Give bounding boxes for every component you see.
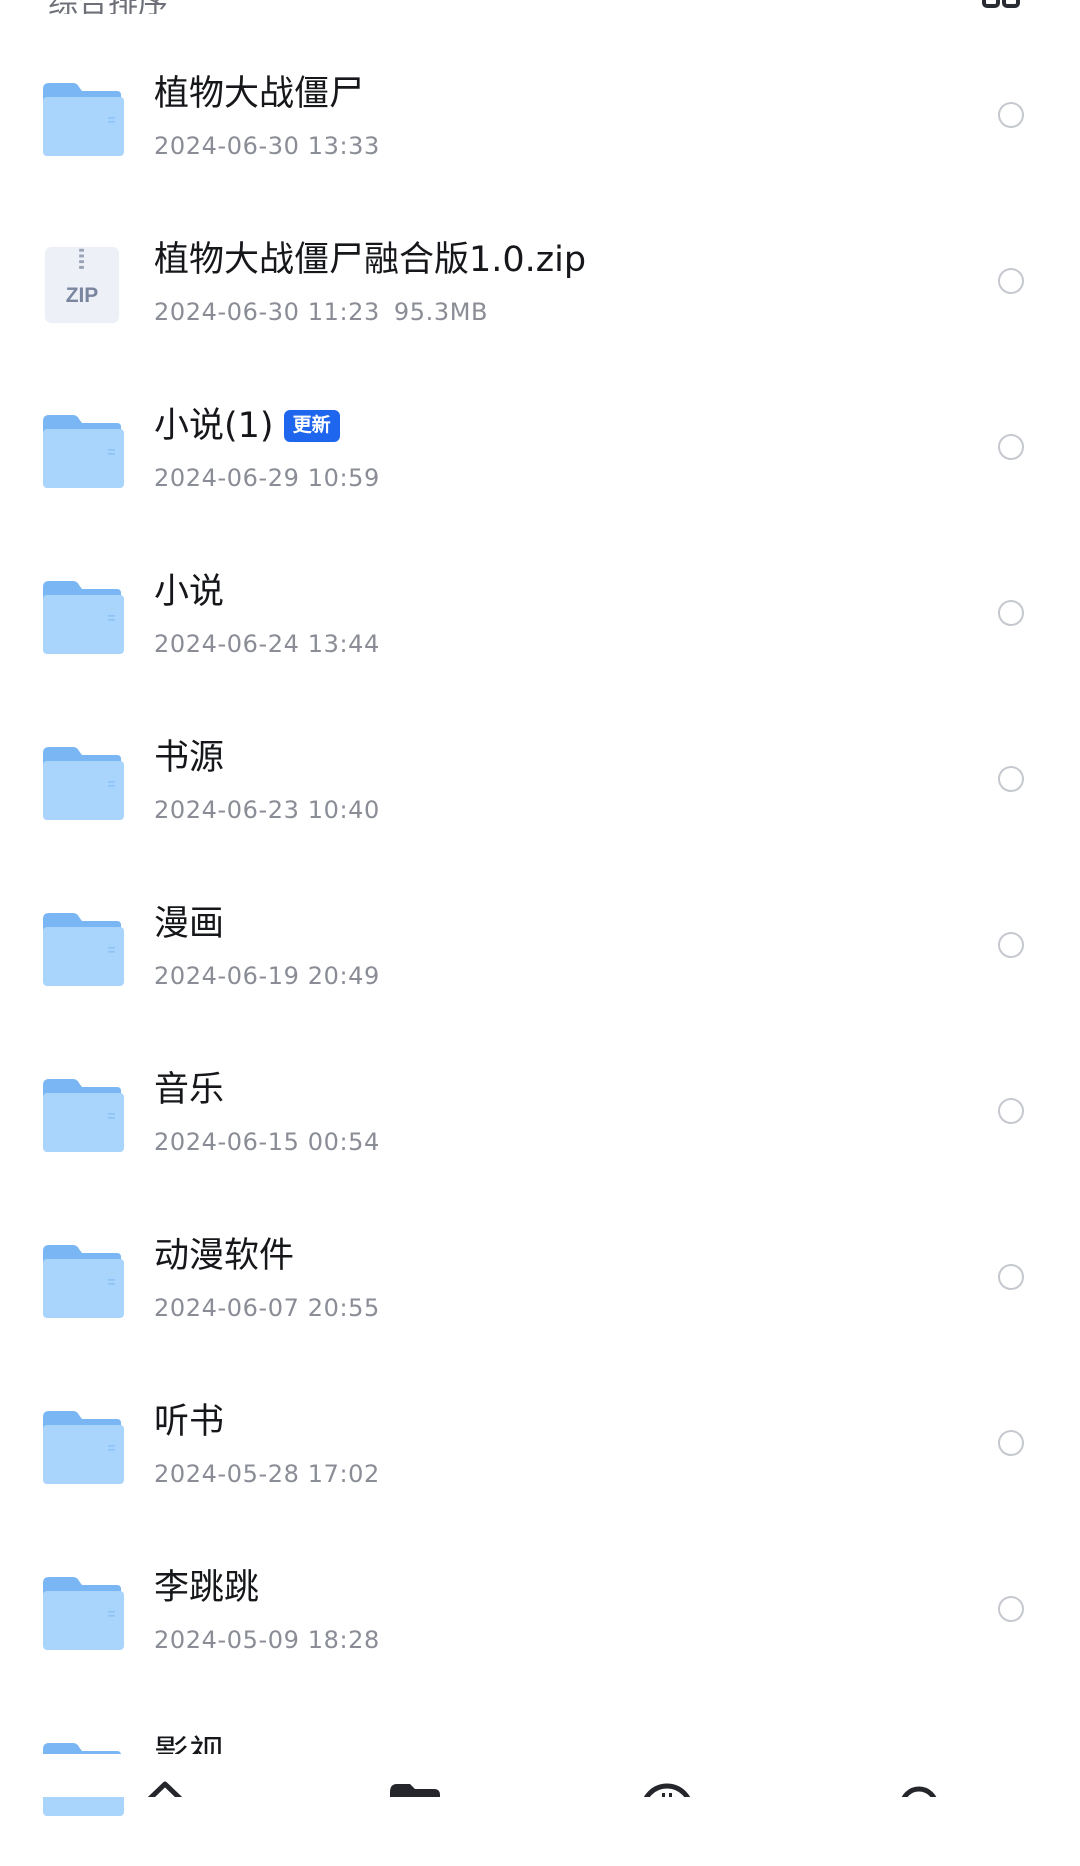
file-row[interactable]: 动漫软件 2024-06-07 20:55 [0,1202,1080,1368]
file-meta: 2024-06-15 00:54 [154,1128,380,1156]
file-modified-time: 2024-06-30 13:33 [154,132,380,160]
file-row[interactable]: 漫画 2024-06-19 20:49 [0,870,1080,1036]
file-name-line: 李跳跳 [154,1568,259,1608]
file-row[interactable]: 李跳跳 2024-05-09 18:28 [0,1534,1080,1700]
file-row[interactable]: 小说(1) 更新 2024-06-29 10:59 [0,372,1080,538]
file-name: 音乐 [154,1070,225,1110]
file-modified-time: 2024-05-28 17:02 [154,1460,380,1488]
file-name: 漫画 [154,904,225,944]
file-meta: 2024-06-19 20:49 [154,962,380,990]
zip-label: ZIP [66,284,99,307]
file-row[interactable]: 书源 2024-06-23 10:40 [0,704,1080,870]
file-name: 听书 [154,1402,225,1442]
folder-icon [43,83,124,156]
file-modified-time: 2024-06-29 10:59 [154,464,380,492]
file-name: 小说(1) [154,406,274,446]
folder-icon [43,913,124,986]
file-meta: 2024-06-29 10:59 [154,464,380,492]
folder-icon [43,747,124,820]
select-radio[interactable] [998,1098,1024,1124]
select-radio[interactable] [998,932,1024,958]
file-name-line: 书源 [154,738,224,778]
file-meta: 2024-06-07 20:55 [154,1294,380,1322]
folder-icon [43,1079,124,1152]
file-meta: 2024-05-09 18:28 [154,1626,380,1654]
file-meta: 2024-06-24 13:44 [154,630,380,658]
file-meta: 2024-06-23 10:40 [154,796,380,824]
grid-view-icon[interactable] [982,0,1020,12]
share-clock-icon[interactable] [636,1776,698,1797]
file-name: 小说 [154,572,225,612]
file-name: 李跳跳 [154,1568,260,1608]
folder-icon [43,1245,124,1318]
file-name: 书源 [154,738,225,778]
file-name-line: 听书 [154,1402,224,1442]
sort-dropdown[interactable]: 综合排序 [48,0,168,14]
folder-icon [43,581,124,654]
top-bar: 综合排序 [0,0,1080,14]
file-modified-time: 2024-06-15 00:54 [154,1128,380,1156]
file-row[interactable]: 植物大战僵尸 2024-06-30 13:33 [0,40,1080,206]
file-modified-time: 2024-06-19 20:49 [154,962,380,990]
select-radio[interactable] [998,102,1024,128]
file-modified-time: 2024-06-07 20:55 [154,1294,380,1322]
select-radio[interactable] [998,1264,1024,1290]
file-name-line: 小说(1) 更新 [154,406,340,446]
select-radio[interactable] [998,1430,1024,1456]
file-meta: 2024-06-30 13:33 [154,132,380,160]
file-row[interactable]: 听书 2024-05-28 17:02 [0,1368,1080,1534]
folder-icon [43,1577,124,1650]
select-radio[interactable] [998,600,1024,626]
select-radio[interactable] [998,1596,1024,1622]
file-modified-time: 2024-06-24 13:44 [154,630,380,658]
file-name: 植物大战僵尸融合版1.0.zip [154,240,587,280]
file-name-line: 动漫软件 [154,1236,294,1276]
file-name-line: 植物大战僵尸 [154,74,364,114]
file-name-line: 音乐 [154,1070,224,1110]
file-name: 植物大战僵尸 [154,74,365,114]
select-radio[interactable] [998,766,1024,792]
select-radio[interactable] [998,268,1024,294]
file-row[interactable]: 音乐 2024-06-15 00:54 [0,1036,1080,1202]
select-radio[interactable] [998,434,1024,460]
file-row[interactable]: ZIP 植物大战僵尸融合版1.0.zip 2024-06-30 11:23 95.3… [0,206,1080,372]
file-modified-time: 2024-05-09 18:28 [154,1626,380,1654]
file-name-line: 漫画 [154,904,224,944]
file-modified-time: 2024-06-23 10:40 [154,796,380,824]
files-folder-icon[interactable] [384,1776,446,1797]
file-list: 植物大战僵尸 2024-06-30 13:33 ZIP 植物大战僵尸融合版1.0.… [0,40,1080,1866]
bottom-nav [0,1754,1080,1797]
file-name-line: 小说 [154,572,224,612]
file-size: 95.3MB [393,298,489,326]
profile-icon[interactable] [888,1776,950,1797]
file-row[interactable]: 小说 2024-06-24 13:44 [0,538,1080,704]
folder-icon [43,1411,124,1484]
home-icon[interactable] [134,1776,196,1797]
update-badge: 更新 [283,410,340,442]
file-meta: 2024-05-28 17:02 [154,1460,380,1488]
file-name-line: 植物大战僵尸融合版1.0.zip [154,240,586,280]
file-modified-time: 2024-06-30 11:23 [154,298,380,326]
zip-file-icon: ZIP [44,246,120,324]
file-meta: 2024-06-30 11:23 95.3MB [154,298,488,326]
folder-icon [43,415,124,488]
file-name: 动漫软件 [154,1236,295,1276]
